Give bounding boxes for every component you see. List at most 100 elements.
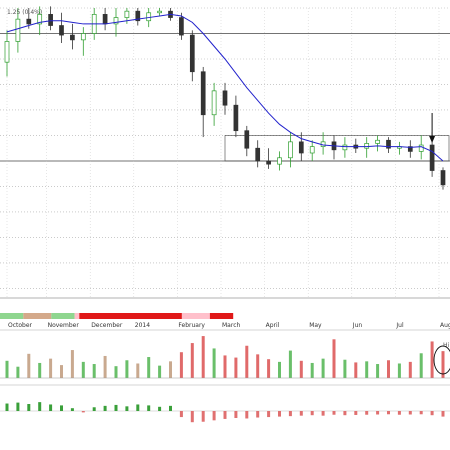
month-tick-label: May — [309, 322, 322, 329]
trend-band-segment — [181, 313, 210, 319]
macd-bar — [267, 411, 271, 418]
macd-bar — [278, 411, 281, 417]
candle — [309, 140, 315, 161]
trend-band-segment — [0, 313, 24, 319]
macd-bar — [299, 411, 303, 416]
candle — [124, 8, 130, 24]
volume-bar — [81, 361, 85, 378]
candle-body — [15, 18, 21, 42]
breakout-arrow-head — [429, 136, 436, 143]
macd-bar — [332, 411, 336, 415]
volume-bar — [125, 360, 129, 378]
trend-band-segment — [74, 313, 80, 319]
month-axis: October November December 2014 February March… — [8, 322, 450, 329]
macd-bar — [343, 411, 347, 416]
price-change-header: 1.25 (0.4%) — [7, 9, 42, 16]
candle — [102, 8, 108, 31]
macd-bar — [114, 404, 118, 411]
candle-body — [288, 141, 293, 159]
macd-bar — [397, 411, 401, 415]
macd-bar — [365, 411, 369, 415]
candle — [211, 82, 217, 126]
candle — [244, 125, 250, 157]
volume-bar — [408, 361, 412, 378]
month-tick-label: November — [48, 322, 80, 329]
candle-body — [375, 139, 380, 144]
macd-bar — [288, 411, 292, 417]
volume-bar — [430, 341, 434, 378]
trend-band-segment — [51, 313, 75, 319]
candle — [157, 8, 162, 16]
macd-bar — [169, 405, 172, 411]
month-tick-label: Jul — [395, 322, 404, 329]
volume-bar — [147, 357, 151, 378]
volume-bar — [136, 363, 140, 378]
candle-body — [255, 147, 261, 162]
volume-bar — [365, 361, 369, 378]
candle — [189, 30, 195, 82]
macd-bar — [5, 403, 9, 411]
macd-bar — [190, 411, 194, 423]
volume-bar — [397, 363, 401, 378]
month-tick-label: Jun — [352, 322, 363, 329]
candle-body — [266, 160, 271, 165]
candle — [233, 95, 239, 138]
macd-bar — [408, 411, 412, 415]
month-tick-label: April — [266, 322, 280, 329]
candle — [70, 23, 75, 50]
macd-bar — [136, 404, 140, 411]
volume-bar — [92, 364, 96, 378]
volume-bar — [288, 350, 292, 378]
candle-body — [233, 104, 239, 132]
macd-bar — [147, 405, 151, 411]
candle-body — [298, 141, 304, 154]
month-tick-label: 2014 — [135, 322, 150, 329]
volume-bar — [310, 362, 314, 378]
candle-body — [4, 41, 10, 63]
candle — [375, 135, 380, 152]
volume-bar — [267, 359, 271, 378]
macd-bar — [92, 407, 96, 411]
candle-body — [189, 34, 195, 73]
volume-bar — [103, 355, 107, 378]
volume-bar — [16, 366, 20, 378]
macd-bar — [376, 411, 380, 415]
macd-bar — [419, 411, 423, 415]
volume-bar — [234, 357, 238, 378]
volume-bar — [256, 354, 260, 378]
macd-bar — [16, 402, 20, 411]
volume-bar — [321, 358, 325, 378]
candle — [288, 132, 293, 168]
candle-body — [26, 18, 32, 25]
candle — [266, 148, 271, 169]
candle-body — [200, 71, 206, 116]
macd-bar — [354, 411, 358, 415]
macd-bar — [234, 411, 238, 418]
candle-body — [59, 25, 64, 36]
candle — [255, 140, 261, 168]
candle-body — [364, 143, 370, 149]
macd-bar — [430, 411, 434, 416]
candle-body — [211, 90, 217, 116]
candle — [353, 138, 359, 153]
volume-bar — [212, 348, 216, 378]
volume-bar — [245, 345, 249, 378]
macd-bar — [387, 411, 390, 415]
candle — [80, 27, 86, 56]
volume-bar — [5, 360, 9, 378]
volume-bar — [354, 362, 358, 378]
candle-body — [277, 157, 282, 165]
volume-bar — [299, 360, 303, 378]
volume-bar — [49, 358, 53, 378]
month-tick-label: March — [222, 322, 240, 329]
volume-bar — [278, 361, 281, 378]
volume-bar — [179, 352, 183, 378]
candle — [222, 82, 228, 115]
candle — [386, 137, 391, 153]
volume-bar — [387, 360, 390, 378]
candle — [298, 132, 304, 161]
candle-body — [102, 14, 108, 25]
month-tick-label: October — [8, 322, 33, 329]
candle-body — [124, 10, 130, 18]
candle — [277, 151, 282, 171]
